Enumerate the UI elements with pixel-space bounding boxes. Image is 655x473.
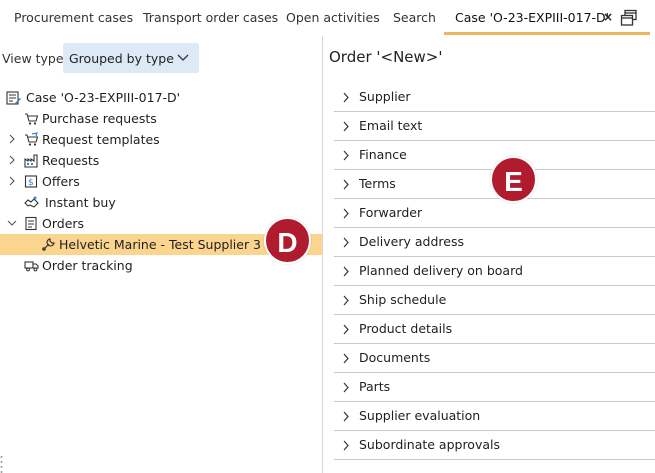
tree-item-label: Offers [42, 174, 80, 189]
tree-item-label: Instant buy [45, 195, 116, 210]
section-forwarder[interactable]: Forwarder [334, 199, 655, 228]
cart-icon [25, 113, 39, 125]
tree-item-label: Request templates [42, 132, 160, 147]
handshake-icon [24, 196, 39, 208]
section-label: Finance [359, 147, 407, 162]
chevron-right-icon [343, 121, 349, 132]
tree-item-label: Requests [42, 153, 100, 168]
tab-open-activities[interactable]: Open activities [286, 0, 380, 36]
chevron-right-icon[interactable] [7, 134, 17, 144]
section-label: Subordinate approvals [359, 437, 500, 452]
section-planned-delivery-on-board[interactable]: Planned delivery on board [334, 257, 655, 286]
section-label: Documents [359, 350, 431, 365]
resize-grip-icon[interactable] [0, 454, 3, 473]
chevron-right-icon [343, 208, 349, 219]
annotation-badge-e: E [490, 156, 537, 203]
view-type-value: Grouped by type [69, 51, 174, 66]
section-documents[interactable]: Documents [334, 344, 655, 373]
tab-procurement-cases[interactable]: Procurement cases [14, 0, 133, 36]
tree-root-case[interactable]: Case 'O-23-EXPIII-017-D' [0, 87, 322, 108]
section-label: Ship schedule [359, 292, 447, 307]
tree-item-instant-buy[interactable]: Instant buy [0, 192, 322, 213]
chevron-right-icon[interactable] [7, 176, 17, 186]
chevron-right-icon [343, 324, 349, 335]
section-label: Supplier [359, 89, 411, 104]
tree-item-purchase-requests[interactable]: Purchase requests [0, 108, 322, 129]
section-label: Supplier evaluation [359, 408, 481, 423]
chevron-right-icon [343, 382, 349, 393]
section-email-text[interactable]: Email text [334, 112, 655, 141]
annotation-badge-d: D [264, 217, 311, 264]
tree-item-label: Orders [42, 216, 85, 231]
chevron-right-icon [343, 150, 349, 161]
chevron-right-icon [343, 440, 349, 451]
section-label: Forwarder [359, 205, 423, 220]
tree-item-request-templates[interactable]: Request templates [0, 129, 322, 150]
truck-icon [24, 261, 39, 272]
chevron-right-icon [343, 353, 349, 364]
undock-window-icon[interactable] [620, 9, 638, 27]
section-subordinate-approvals[interactable]: Subordinate approvals [334, 431, 655, 460]
section-product-details[interactable]: Product details [334, 315, 655, 344]
tree-root-label: Case 'O-23-EXPIII-017-D' [26, 90, 181, 105]
document-icon [25, 216, 37, 231]
section-label: Terms [359, 176, 396, 191]
tree-item-label: Purchase requests [42, 111, 157, 126]
section-label: Delivery address [359, 234, 464, 249]
order-title: Order '<New>' [329, 48, 443, 66]
tree-item-label: Helvetic Marine - Test Supplier 3 - Z [59, 237, 283, 252]
tab-case[interactable]: Case 'O-23-EXPIII-017-D' [455, 0, 609, 36]
chevron-right-icon [343, 92, 349, 103]
chevron-right-icon [343, 179, 349, 190]
chevron-right-icon [343, 295, 349, 306]
wrench-icon [42, 238, 55, 251]
tree-item-requests[interactable]: Requests [0, 150, 322, 171]
offer-icon: $ [24, 175, 38, 188]
tree-item-label: Order tracking [42, 258, 133, 273]
order-detail-panel: Order '<New>' Supplier Email text Finance T… [323, 36, 655, 473]
chevron-right-icon [343, 237, 349, 248]
chevron-right-icon[interactable] [7, 155, 17, 165]
section-label: Product details [359, 321, 453, 336]
cart-template-icon [25, 132, 39, 146]
chevron-down-icon[interactable] [7, 218, 17, 228]
active-tab-indicator [444, 32, 650, 35]
tab-bar: Procurement cases Transport order cases … [0, 0, 655, 36]
section-label: Email text [359, 118, 423, 133]
section-supplier[interactable]: Supplier [334, 83, 655, 112]
section-ship-schedule[interactable]: Ship schedule [334, 286, 655, 315]
close-tab-icon[interactable]: × [603, 10, 613, 24]
chevron-right-icon [343, 266, 349, 277]
factory-icon [24, 154, 38, 168]
section-parts[interactable]: Parts [334, 373, 655, 402]
tab-search[interactable]: Search [393, 0, 436, 36]
section-label: Planned delivery on board [359, 263, 523, 278]
chevron-down-icon [177, 54, 189, 61]
section-delivery-address[interactable]: Delivery address [334, 228, 655, 257]
case-icon [6, 91, 21, 105]
tree-item-offers[interactable]: $ Offers [0, 171, 322, 192]
section-supplier-evaluation[interactable]: Supplier evaluation [334, 402, 655, 431]
chevron-right-icon [343, 411, 349, 422]
view-type-dropdown[interactable]: Grouped by type [63, 43, 199, 73]
section-label: Parts [359, 379, 391, 394]
view-type-label: View type: [2, 51, 68, 66]
svg-text:$: $ [28, 178, 34, 188]
tab-transport-order-cases[interactable]: Transport order cases [143, 0, 278, 36]
